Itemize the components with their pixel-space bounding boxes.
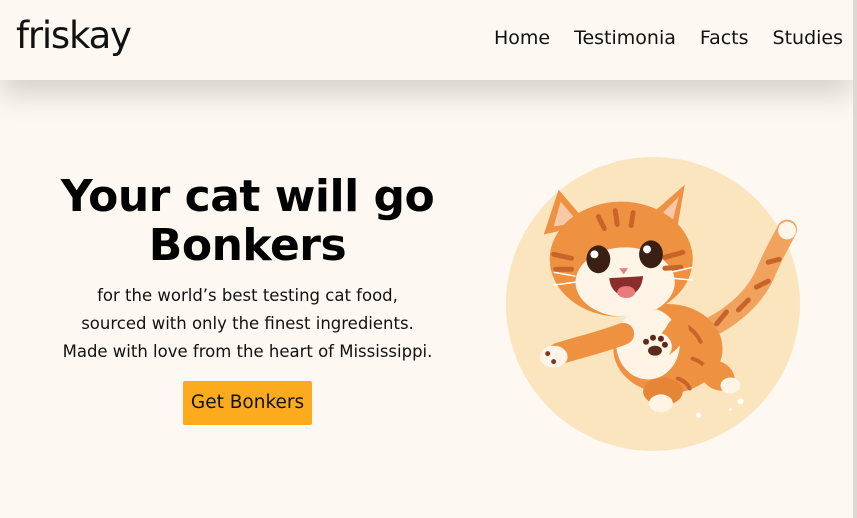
nav-link-testimonia[interactable]: Testimonia <box>574 24 676 52</box>
hero-subtext-line2: sourced with only the finest ingredients… <box>81 314 414 333</box>
hero-headline-line2: Bonkers <box>148 220 347 271</box>
hero-subtext-line3: Made with love from the heart of Mississ… <box>62 342 433 361</box>
nav-link-facts[interactable]: Facts <box>700 24 749 52</box>
nav-link-home[interactable]: Home <box>494 24 550 52</box>
hero-subtext: for the world’s best testing cat food, s… <box>40 282 455 366</box>
nav-link-studies[interactable]: Studies <box>773 24 843 52</box>
hero-headline: Your cat will go Bonkers <box>40 172 455 270</box>
hero-headline-line1: Your cat will go <box>60 171 435 222</box>
kitten-hero-image <box>505 156 801 452</box>
main-nav: Home Testimonia Facts Studies <box>494 24 843 52</box>
brand-logo[interactable]: friskay <box>16 10 132 62</box>
hero-subtext-line1: for the world’s best testing cat food, <box>97 286 398 305</box>
page-scrollbar[interactable] <box>853 0 857 518</box>
hero-text-section: Your cat will go Bonkers for the world’s… <box>40 172 455 425</box>
top-navbar: friskay Home Testimonia Facts Studies <box>0 0 853 80</box>
get-bonkers-button[interactable]: Get Bonkers <box>182 381 313 425</box>
